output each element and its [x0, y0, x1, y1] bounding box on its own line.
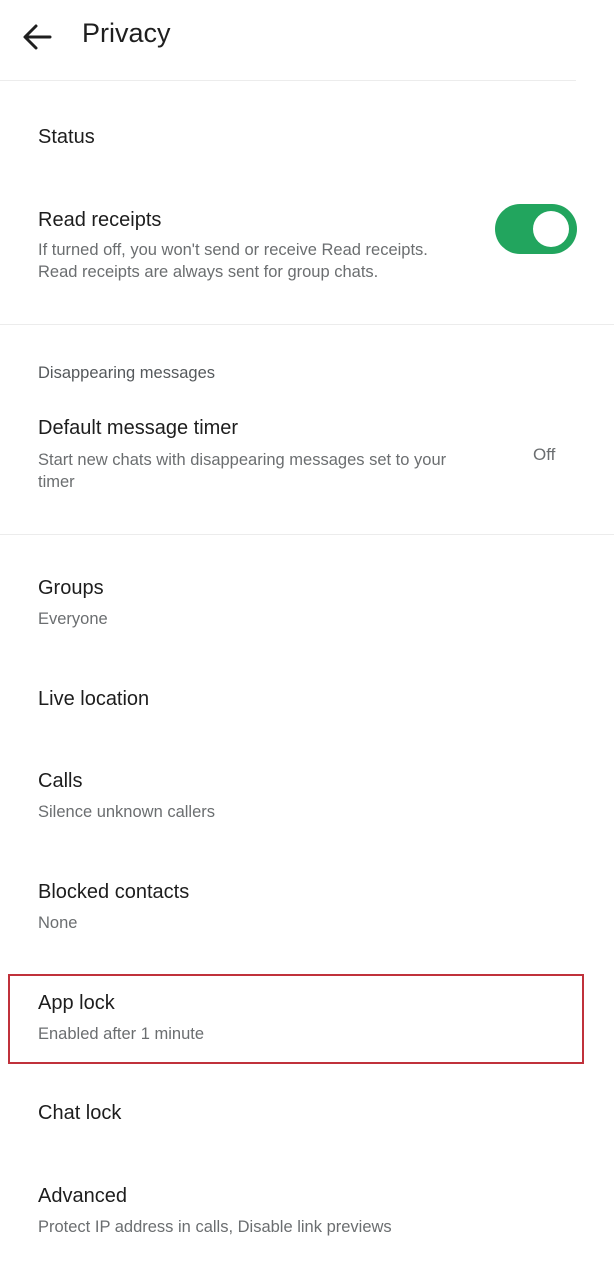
calls-title: Calls — [38, 770, 83, 792]
blocked-title: Blocked contacts — [38, 881, 190, 903]
toggle-knob — [533, 211, 569, 247]
back-button[interactable] — [20, 22, 54, 52]
default-timer-subtitle-1: Start new chats with disappearing messag… — [38, 451, 447, 469]
chat-lock-title: Chat lock — [38, 1102, 122, 1124]
arrow-left-icon — [23, 24, 52, 50]
read-receipts-subtitle-1: If turned off, you won't send or receive… — [38, 241, 428, 259]
setting-calls[interactable]: Calls Silence unknown callers — [0, 755, 614, 845]
groups-title: Groups — [38, 577, 104, 599]
status-title: Status — [38, 126, 95, 148]
setting-blocked-contacts[interactable]: Blocked contacts None — [0, 865, 614, 955]
setting-default-message-timer[interactable]: Default message timer Start new chats wi… — [0, 405, 614, 515]
setting-chat-lock[interactable]: Chat lock — [0, 1085, 614, 1155]
read-receipts-toggle[interactable] — [495, 204, 577, 254]
setting-advanced[interactable]: Advanced Protect IP address in calls, Di… — [0, 1170, 614, 1260]
setting-status[interactable]: Status — [0, 100, 614, 175]
advanced-title: Advanced — [38, 1185, 127, 1207]
live-location-title: Live location — [38, 688, 150, 710]
calls-subtitle: Silence unknown callers — [38, 803, 216, 821]
setting-groups[interactable]: Groups Everyone — [0, 560, 614, 650]
section-divider — [0, 534, 614, 535]
app-lock-title: App lock — [38, 992, 115, 1014]
header-divider — [0, 80, 576, 81]
default-timer-value: Off — [533, 445, 556, 464]
app-lock-subtitle: Enabled after 1 minute — [38, 1025, 205, 1043]
blocked-subtitle: None — [38, 914, 78, 932]
setting-live-location[interactable]: Live location — [0, 665, 614, 735]
section-label-disappearing: Disappearing messages — [38, 364, 216, 382]
default-timer-subtitle-2: timer — [38, 473, 75, 491]
read-receipts-subtitle-2: Read receipts are always sent for group … — [38, 263, 379, 281]
section-divider — [0, 324, 614, 325]
read-receipts-title: Read receipts — [38, 209, 162, 231]
setting-app-lock[interactable]: App lock Enabled after 1 minute — [0, 976, 614, 1062]
groups-subtitle: Everyone — [38, 610, 108, 628]
advanced-subtitle: Protect IP address in calls, Disable lin… — [38, 1218, 392, 1236]
default-timer-title: Default message timer — [38, 417, 239, 439]
app-bar: Privacy — [0, 0, 614, 80]
page-title: Privacy — [82, 18, 171, 48]
